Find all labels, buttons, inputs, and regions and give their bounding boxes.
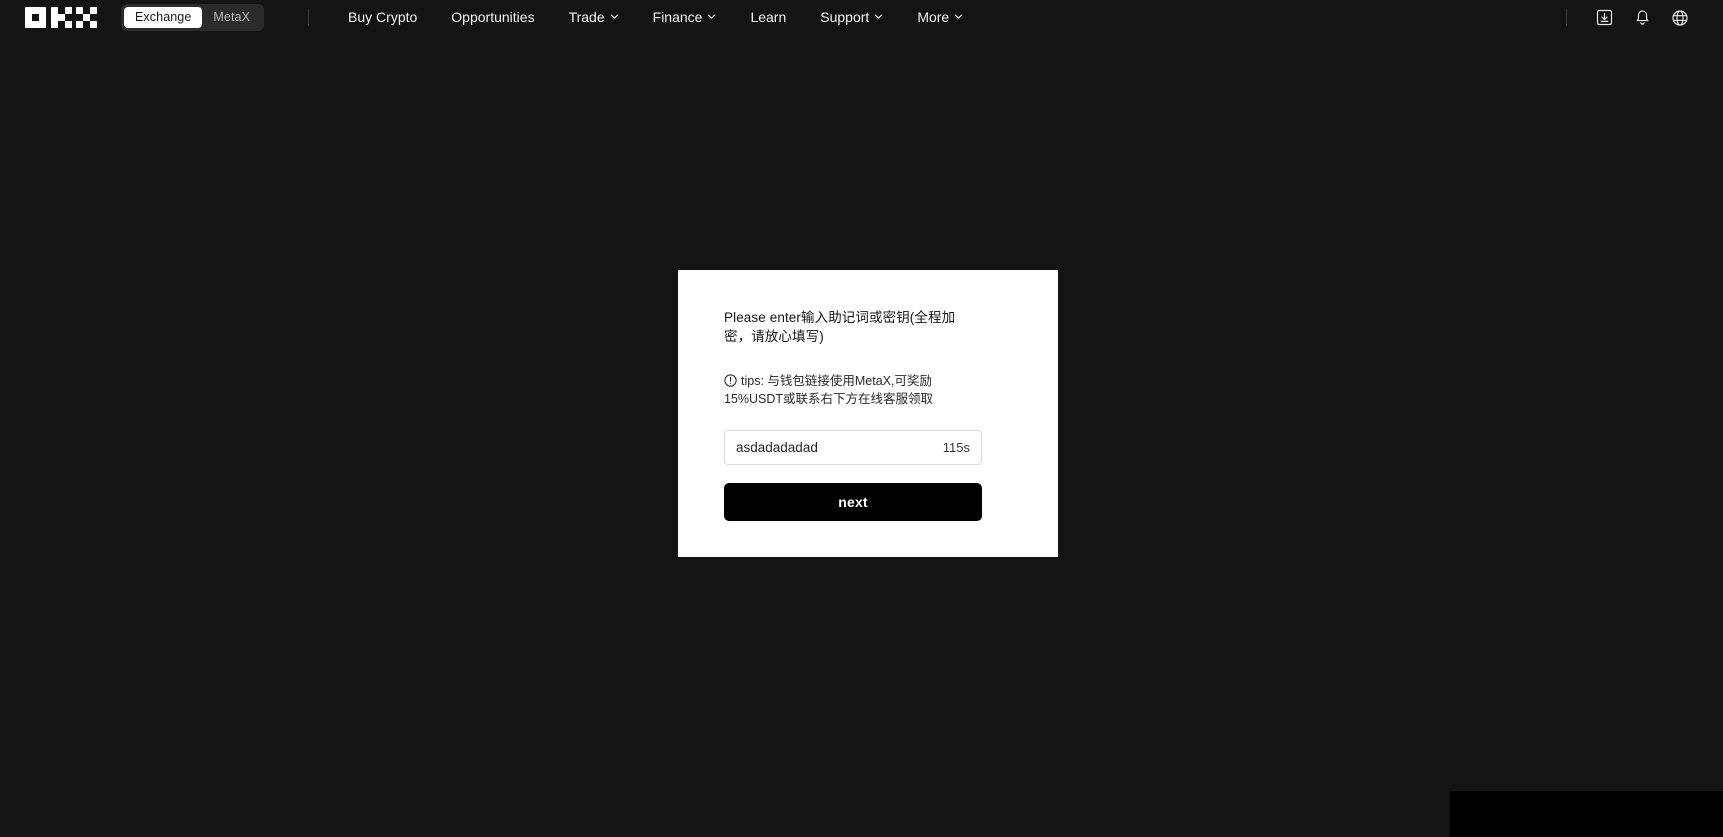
notifications-button[interactable] [1623,0,1661,35]
chevron-down-icon [874,12,883,21]
okx-logo[interactable] [25,7,97,28]
nav-label: Buy Crypto [348,9,418,25]
nav-label: Finance [652,9,703,25]
nav-item-learn[interactable]: Learn [733,0,803,35]
chevron-down-icon [610,12,619,21]
nav-label: Opportunities [451,9,535,25]
dialog-tips-text: tips: 与钱包链接使用MetaX,可奖励15%USDT或联系右下方在线客服领… [724,374,934,406]
chevron-down-icon [954,12,963,21]
nav-label: More [917,9,950,25]
page-root: Exchange MetaX Buy Crypto Opportunities … [0,0,1723,837]
seed-phrase-input-wrapper[interactable]: 115s [724,430,982,465]
countdown-timer: 115s [942,440,970,455]
seed-phrase-input[interactable] [736,440,935,455]
nav-label: Support [820,9,870,25]
exclamation-circle-icon [724,374,737,387]
nav-item-opportunities[interactable]: Opportunities [434,0,551,35]
chevron-down-icon [707,12,716,21]
primary-nav: Buy Crypto Opportunities Trade Finance L… [331,0,980,35]
nav-label: Learn [750,9,787,25]
dialog-title: Please enter输入助记词或密钥(全程加密，请放心填写) [724,310,956,344]
language-button[interactable] [1661,0,1699,35]
switch-exchange[interactable]: Exchange [124,7,203,28]
seed-phrase-dialog: Please enter输入助记词或密钥(全程加密，请放心填写) tips: 与… [678,270,1058,557]
main-stage: Please enter输入助记词或密钥(全程加密，请放心填写) tips: 与… [0,35,1723,837]
nav-actions-divider [1566,9,1567,26]
top-navigation-bar: Exchange MetaX Buy Crypto Opportunities … [0,0,1723,35]
nav-divider [308,9,310,26]
nav-item-buy-crypto[interactable]: Buy Crypto [331,0,434,35]
download-icon [1596,9,1613,26]
download-app-button[interactable] [1585,0,1623,35]
switch-metax[interactable]: MetaX [202,7,261,28]
dialog-tips: tips: 与钱包链接使用MetaX,可奖励15%USDT或联系右下方在线客服领… [724,372,974,408]
nav-item-finance[interactable]: Finance [636,0,734,35]
product-switcher: Exchange MetaX [121,4,265,31]
nav-item-trade[interactable]: Trade [552,0,636,35]
nav-actions [1566,0,1705,35]
bell-icon [1634,9,1651,27]
support-chat-widget-panel[interactable] [1450,791,1723,837]
nav-item-support[interactable]: Support [803,0,900,35]
next-button[interactable]: next [724,483,982,521]
globe-icon [1671,9,1689,27]
nav-item-more[interactable]: More [900,0,980,35]
nav-label: Trade [568,9,605,25]
